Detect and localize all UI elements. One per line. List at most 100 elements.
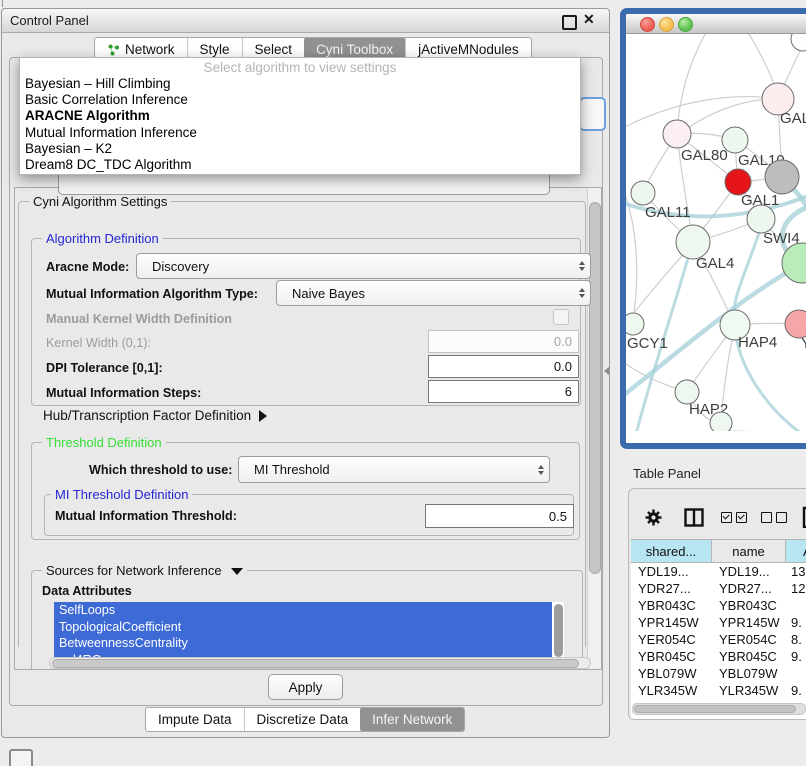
column-header-shared-name[interactable]: shared... xyxy=(631,540,712,562)
table-horizontal-scrollbar[interactable] xyxy=(632,703,806,715)
network-node-label: GCY1 xyxy=(627,335,668,352)
aracne-mode-combo[interactable]: Discovery xyxy=(136,253,591,279)
dpi-tolerance-input[interactable]: 0.0 xyxy=(428,355,579,378)
algorithm-option[interactable]: Mutual Information Inference xyxy=(20,125,580,141)
table-row[interactable]: YER054CYER054C8. xyxy=(631,631,806,648)
document-icon[interactable] xyxy=(802,506,806,528)
algorithm-option[interactable]: Bayesian – Hill Climbing xyxy=(20,76,580,92)
which-threshold-combo[interactable]: MI Threshold xyxy=(238,456,550,483)
network-node[interactable] xyxy=(747,205,775,233)
table-cell: YDR27... xyxy=(712,580,786,597)
network-edge[interactable] xyxy=(626,97,778,129)
column-browser-icon[interactable] xyxy=(684,508,704,527)
mi-type-label: Mutual Information Algorithm Type: xyxy=(46,287,258,301)
apply-button[interactable]: Apply xyxy=(268,674,343,700)
network-node[interactable] xyxy=(710,412,732,431)
network-icon xyxy=(107,43,120,56)
float-icon[interactable] xyxy=(562,15,577,30)
manual-kernel-label: Manual Kernel Width Definition xyxy=(46,312,232,326)
table-cell: YLR345W xyxy=(712,682,786,699)
algorithm-dropdown-prompt: Select algorithm to view settings xyxy=(20,58,580,76)
attribute-item[interactable]: BetweennessCentrality xyxy=(54,635,552,652)
table-row[interactable]: YPR145WYPR145W9. xyxy=(631,614,806,631)
network-node-label: Y xyxy=(801,335,806,352)
minimize-icon[interactable] xyxy=(659,17,674,32)
mi-threshold-input[interactable]: 0.5 xyxy=(425,504,574,528)
network-node-label: GAL11 xyxy=(645,204,691,221)
checked-pair-icon[interactable] xyxy=(721,512,747,523)
column-header-partial[interactable]: A xyxy=(786,540,806,562)
network-node[interactable] xyxy=(785,310,806,338)
network-view-window: GALGAL80GAL10GAL1SWI4GAL11GAL4GCY1HAP4YH… xyxy=(620,8,806,449)
table-cell: YDL19... xyxy=(712,563,786,580)
table-cell: YDR27... xyxy=(631,580,712,597)
combo-value: MI Threshold xyxy=(254,462,330,477)
algorithm-option[interactable]: Bayesian – K2 xyxy=(20,141,580,157)
zoom-icon[interactable] xyxy=(678,17,693,32)
table-row[interactable]: YBL079WYBL079W xyxy=(631,665,806,682)
scrollbar-thumb[interactable] xyxy=(634,705,796,713)
table-row[interactable]: YLR345WYLR345W9. xyxy=(631,682,806,699)
table-cell: YLR345W xyxy=(631,682,712,699)
network-node[interactable] xyxy=(791,34,806,51)
control-panel-titlebar[interactable]: Control Panel ✕ xyxy=(2,9,609,33)
minimized-panel-icon[interactable] xyxy=(9,749,33,766)
table-panel: shared... name A YDL19...YDL19...13YDR27… xyxy=(628,488,806,720)
network-window-titlebar[interactable] xyxy=(626,14,806,34)
attribute-item[interactable]: TopologicalCoefficient xyxy=(54,619,552,636)
column-header-name[interactable]: name xyxy=(712,540,786,562)
settings-horizontal-scrollbar[interactable] xyxy=(49,657,591,669)
tab-discretize-data[interactable]: Discretize Data xyxy=(244,708,361,731)
table-cell: YER054C xyxy=(631,631,712,648)
table-cell: YER054C xyxy=(712,631,786,648)
network-node[interactable] xyxy=(663,120,691,148)
table-cell: YBL079W xyxy=(631,665,712,682)
close-icon[interactable]: ✕ xyxy=(583,11,595,28)
mi-algorithm-type-combo[interactable]: Naive Bayes xyxy=(276,280,591,306)
mi-steps-input[interactable]: 6 xyxy=(428,380,579,403)
data-attributes-label: Data Attributes xyxy=(42,584,132,598)
scrollbar-thumb[interactable] xyxy=(52,659,579,668)
network-node[interactable] xyxy=(631,181,655,205)
table-cell xyxy=(786,665,806,682)
table-row[interactable]: YDR27...YDR27...12 xyxy=(631,580,806,597)
network-node[interactable] xyxy=(626,313,644,335)
table-row[interactable]: YBR043CYBR043C xyxy=(631,597,806,614)
network-node[interactable] xyxy=(722,127,748,153)
network-node[interactable] xyxy=(676,225,710,259)
table-row[interactable]: YBR045CYBR045C9. xyxy=(631,648,806,665)
mi-threshold-label: Mutual Information Threshold: xyxy=(55,509,237,523)
table-row[interactable]: YDL19...YDL19...13 xyxy=(631,563,806,580)
tab-impute-data[interactable]: Impute Data xyxy=(146,708,244,731)
algorithm-option[interactable]: Dream8 DC_TDC Algorithm xyxy=(20,157,580,173)
hub-definition-expander[interactable]: Hub/Transcription Factor Definition xyxy=(43,408,267,423)
network-canvas[interactable]: GALGAL80GAL10GAL1SWI4GAL11GAL4GCY1HAP4YH… xyxy=(626,34,806,431)
expand-right-icon xyxy=(259,410,267,422)
algorithm-option[interactable]: Basic Correlation Inference xyxy=(20,92,580,108)
group-title: Cyni Algorithm Settings xyxy=(29,194,171,209)
panel-splitter-handle[interactable] xyxy=(604,367,609,375)
gear-icon[interactable] xyxy=(644,508,663,527)
group-title: Algorithm Definition xyxy=(42,231,163,246)
network-node[interactable] xyxy=(765,160,799,194)
kernel-width-input[interactable]: 0.0 xyxy=(428,330,579,353)
inference-algorithm-combo-fragment[interactable] xyxy=(579,97,606,131)
group-title: Threshold Definition xyxy=(42,435,166,450)
tab-infer-network[interactable]: Infer Network xyxy=(360,708,464,731)
table-cell: YBL079W xyxy=(712,665,786,682)
window-edge-notch xyxy=(2,0,3,7)
dpi-tolerance-label: DPI Tolerance [0,1]: xyxy=(46,361,163,375)
algorithm-dropdown-popup: Select algorithm to view settings Bayesi… xyxy=(19,57,581,175)
table-cell: YPR145W xyxy=(631,614,712,631)
scrollbar-thumb[interactable] xyxy=(554,604,563,657)
algorithm-list: Bayesian – Hill ClimbingBasic Correlatio… xyxy=(20,76,580,173)
cyni-bottom-tab-bar: Impute Data Discretize Data Infer Networ… xyxy=(145,707,465,732)
unchecked-pair-icon[interactable] xyxy=(761,512,787,523)
close-icon[interactable] xyxy=(640,17,655,32)
algorithm-option[interactable]: ARACNE Algorithm xyxy=(20,108,580,124)
sources-collapse-toggle[interactable]: Sources for Network Inference xyxy=(42,563,247,578)
attribute-item[interactable]: SelfLoops xyxy=(54,602,552,619)
table-cell: YDL19... xyxy=(631,563,712,580)
manual-kernel-checkbox[interactable] xyxy=(553,309,569,325)
table-cell: YBR043C xyxy=(712,597,786,614)
